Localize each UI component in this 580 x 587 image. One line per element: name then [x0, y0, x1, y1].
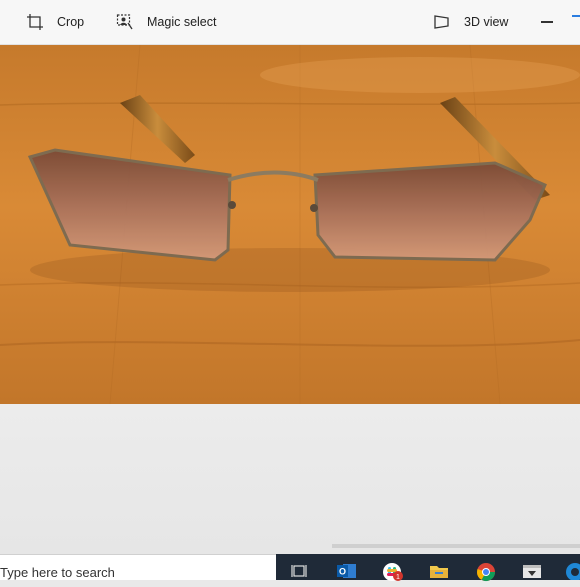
chrome-icon[interactable] — [476, 562, 496, 582]
edge-icon[interactable] — [565, 562, 580, 582]
minimize-icon[interactable] — [541, 21, 553, 23]
magic-select-icon — [116, 13, 134, 31]
crop-button[interactable]: Crop — [26, 0, 84, 44]
file-explorer-icon[interactable] — [429, 562, 449, 582]
crop-label: Crop — [57, 15, 85, 29]
sunglasses-photo — [0, 45, 580, 404]
crop-icon — [26, 13, 44, 31]
outlook-icon[interactable]: O — [337, 562, 357, 582]
horizontal-scrollbar[interactable] — [332, 544, 580, 548]
active-tab-indicator — [572, 15, 580, 17]
slack-icon[interactable]: 1 — [382, 562, 403, 582]
workspace-background — [0, 404, 580, 554]
3d-view-icon — [433, 13, 451, 31]
photo-canvas[interactable] — [0, 45, 580, 404]
task-view-icon[interactable] — [291, 562, 311, 582]
3d-view-label: 3D view — [464, 15, 509, 29]
3d-view-button[interactable]: 3D view — [433, 0, 508, 44]
search-placeholder: Type here to search — [0, 565, 115, 580]
magic-select-label: Magic select — [147, 15, 217, 29]
taskbar-search-box[interactable]: Type here to search — [0, 554, 276, 580]
store-icon[interactable] — [522, 562, 542, 582]
windows-taskbar: Type here to search O 1 — [0, 554, 580, 582]
svg-text:O: O — [339, 567, 346, 577]
paint3d-toolbar: Crop Magic select 3D view — [0, 0, 580, 45]
magic-select-button[interactable]: Magic select — [116, 0, 216, 44]
